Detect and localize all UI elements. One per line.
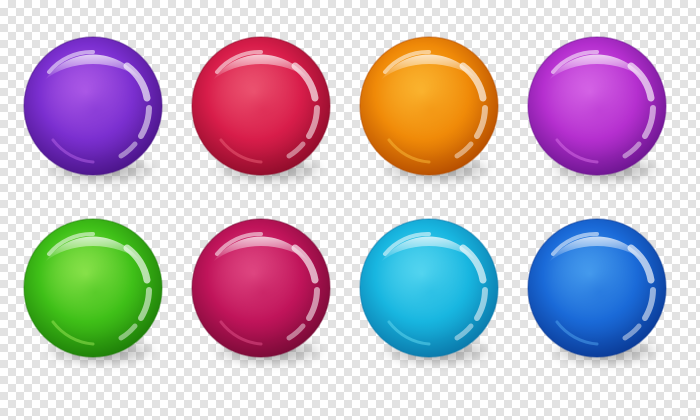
glossy-ball-cyan [359, 218, 499, 358]
glossy-ball-purple [23, 36, 163, 176]
ball-orange-cell [357, 36, 501, 186]
glossy-ball-red [191, 36, 331, 176]
ball-magenta-cell [525, 36, 669, 186]
ball-crimson-cell [189, 218, 333, 368]
ball-red-cell [189, 36, 333, 186]
glossy-ball-magenta [527, 36, 667, 176]
glossy-ball-green [23, 218, 163, 358]
glossy-ball-blue [527, 218, 667, 358]
glossy-ball-orange [359, 36, 499, 176]
ball-blue-cell [525, 218, 669, 368]
transparent-checkerboard-background [0, 0, 700, 420]
ball-purple-cell [21, 36, 165, 186]
ball-green-cell [21, 218, 165, 368]
glossy-ball-crimson [191, 218, 331, 358]
ball-cyan-cell [357, 218, 501, 368]
